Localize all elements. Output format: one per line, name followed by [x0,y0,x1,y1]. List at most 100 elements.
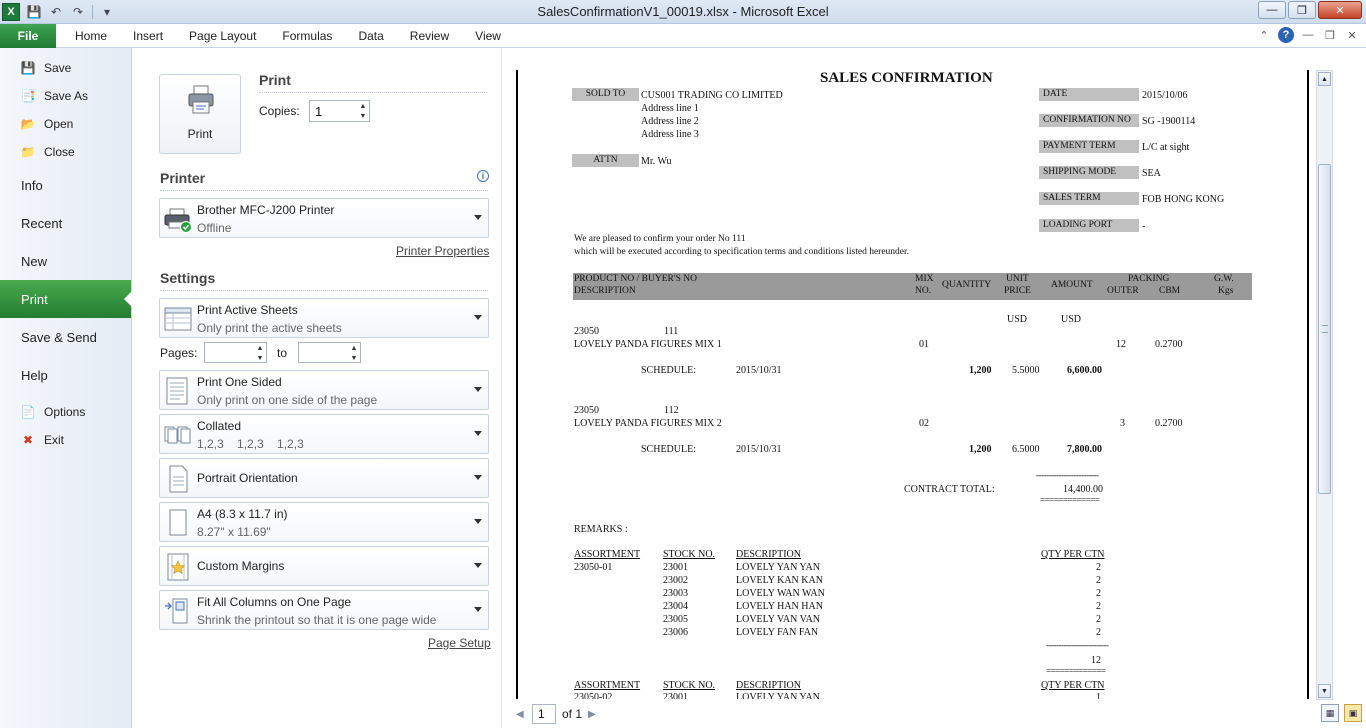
tab-review[interactable]: Review [397,24,462,48]
copies-stepper[interactable]: 1 ▲ ▼ [309,100,370,122]
doc-assort-header-assortment: ASSORTMENT [574,680,641,691]
backstage-item-label: Open [44,117,74,131]
chevron-down-icon [474,215,482,220]
backstage-print[interactable]: Print [0,280,132,318]
copies-up-icon[interactable]: ▲ [357,101,369,111]
doc-minimize-icon[interactable]: — [1300,27,1316,43]
next-page-icon[interactable]: ▶ [588,709,598,720]
printer-properties-link[interactable]: Printer Properties [396,244,489,258]
doc-info-value: SG -1900114 [1142,116,1196,127]
preview-vertical-scrollbar[interactable]: ▲ ▼ [1316,70,1333,700]
doc-info-label: DATE [1039,88,1139,101]
backstage-exit[interactable]: ✖ Exit [0,426,131,454]
close-window-icon[interactable]: ✕ [1318,1,1362,19]
settings-heading-divider [160,290,488,291]
doc-assort-stock: 23001 [663,692,688,699]
page-number-input[interactable]: 1 [532,704,556,724]
backstage-item-label: Exit [44,433,65,447]
doc-item-buyer-no: 111 [664,326,679,337]
doc-close-icon[interactable]: ✕ [1344,27,1360,43]
custom-margins-icon [167,553,189,581]
print-what-main: Print Active Sheets [197,303,298,317]
doc-assort-stock: 23005 [663,614,688,625]
scaling-sub: Shrink the printout so that it is one pa… [197,613,437,627]
backstage-save-send[interactable]: Save & Send [0,318,131,356]
pages-from-down-icon[interactable]: ▼ [254,353,266,363]
backstage-close[interactable]: 📁 Close [0,138,131,166]
show-margins-icon[interactable]: ▦ [1321,704,1339,722]
doc-title: SALES CONFIRMATION [820,70,993,86]
pages-to-input[interactable]: ▲ ▼ [298,342,361,363]
tab-data[interactable]: Data [345,24,396,48]
print-heading: Print [259,72,291,88]
tab-page-layout[interactable]: Page Layout [176,24,269,48]
doc-item-mix: 01 [919,339,929,350]
backstage-new[interactable]: New [0,242,131,280]
print-what-dropdown[interactable]: Print Active Sheets Only print the activ… [159,298,489,338]
doc-assort-dash-line: ------------------------- [1046,640,1109,650]
backstage-recent[interactable]: Recent [0,204,131,242]
doc-assort-stock: 23003 [663,588,688,599]
doc-assort-stock: 23004 [663,601,688,612]
doc-item-schedule-label: SCHEDULE: [641,444,696,455]
previous-page-icon[interactable]: ◀ [516,709,526,720]
pages-to-up-icon[interactable]: ▲ [348,343,360,353]
help-icon[interactable]: ? [1278,27,1294,43]
zoom-to-page-icon[interactable]: ▣ [1344,704,1362,722]
orientation-main: Portrait Orientation [197,471,298,485]
scroll-up-icon[interactable]: ▲ [1318,72,1331,86]
backstage-item-label: Info [21,177,43,193]
pages-to-down-icon[interactable]: ▼ [348,353,360,363]
copies-down-icon[interactable]: ▼ [357,111,369,121]
backstage-item-label: Save & Send [21,329,97,345]
save-icon: 💾 [20,61,36,75]
pages-from-input[interactable]: ▲ ▼ [204,342,267,363]
copies-value: 1 [315,104,323,119]
doc-assort-total: 12 [1091,655,1101,666]
paper-size-sub: 8.27" x 11.69" [197,525,271,539]
exit-icon: ✖ [22,433,34,447]
printer-info-icon[interactable]: i [477,170,489,182]
doc-item-product-no: 23050 [574,405,599,416]
orientation-dropdown[interactable]: Portrait Orientation [159,458,489,498]
backstage-item-label: New [21,253,48,269]
doc-item-buyer-no: 112 [664,405,679,416]
tab-view[interactable]: View [462,24,514,48]
collation-dropdown[interactable]: Collated 1,2,3 1,2,3 1,2,3 [159,414,489,454]
doc-restore-icon[interactable]: ❐ [1322,27,1338,43]
minimize-icon[interactable]: — [1258,1,1286,19]
sided-dropdown[interactable]: Print One Sided Only print on one side o… [159,370,489,410]
backstage-item-label: Print [21,291,48,307]
backstage-options[interactable]: 📄 Options [0,398,131,426]
window-controls: — ❐ ✕ [1258,1,1362,19]
one-sided-icon [166,377,188,405]
doc-item-mix: 02 [919,418,929,429]
minimize-ribbon-icon[interactable]: ⌃ [1256,27,1272,43]
scroll-thumb[interactable] [1318,164,1331,494]
page-setup-link[interactable]: Page Setup [428,636,491,650]
settings-heading: Settings [160,270,216,286]
doc-attn-label: ATTN [572,154,639,167]
tab-file[interactable]: File [0,24,56,48]
pages-from-up-icon[interactable]: ▲ [254,343,266,353]
print-button[interactable]: Print [159,74,241,154]
backstage-save[interactable]: 💾 Save [0,54,131,82]
doc-address-line: Address line 3 [641,129,699,140]
doc-assort-header-qty: QTY PER CTN [1041,549,1105,560]
backstage-save-as[interactable]: 📑 Save As [0,82,131,110]
tab-home[interactable]: Home [62,24,120,48]
paper-size-dropdown[interactable]: A4 (8.3 x 11.7 in) 8.27" x 11.69" [159,502,489,542]
backstage-open[interactable]: 📂 Open [0,110,131,138]
backstage-info[interactable]: Info [0,166,131,204]
doc-assort-qty: 1 [1096,692,1101,699]
restore-icon[interactable]: ❐ [1288,1,1316,19]
tab-formulas[interactable]: Formulas [269,24,345,48]
backstage-help[interactable]: Help [0,356,131,394]
paper-size-main: A4 (8.3 x 11.7 in) [197,507,288,521]
chevron-down-icon [474,387,482,392]
margins-dropdown[interactable]: Custom Margins [159,546,489,586]
printer-dropdown[interactable]: Brother MFC-J200 Printer Offline [159,198,489,238]
tab-insert[interactable]: Insert [120,24,176,48]
scroll-down-icon[interactable]: ▼ [1318,684,1331,698]
scaling-dropdown[interactable]: Fit All Columns on One Page Shrink the p… [159,590,489,630]
